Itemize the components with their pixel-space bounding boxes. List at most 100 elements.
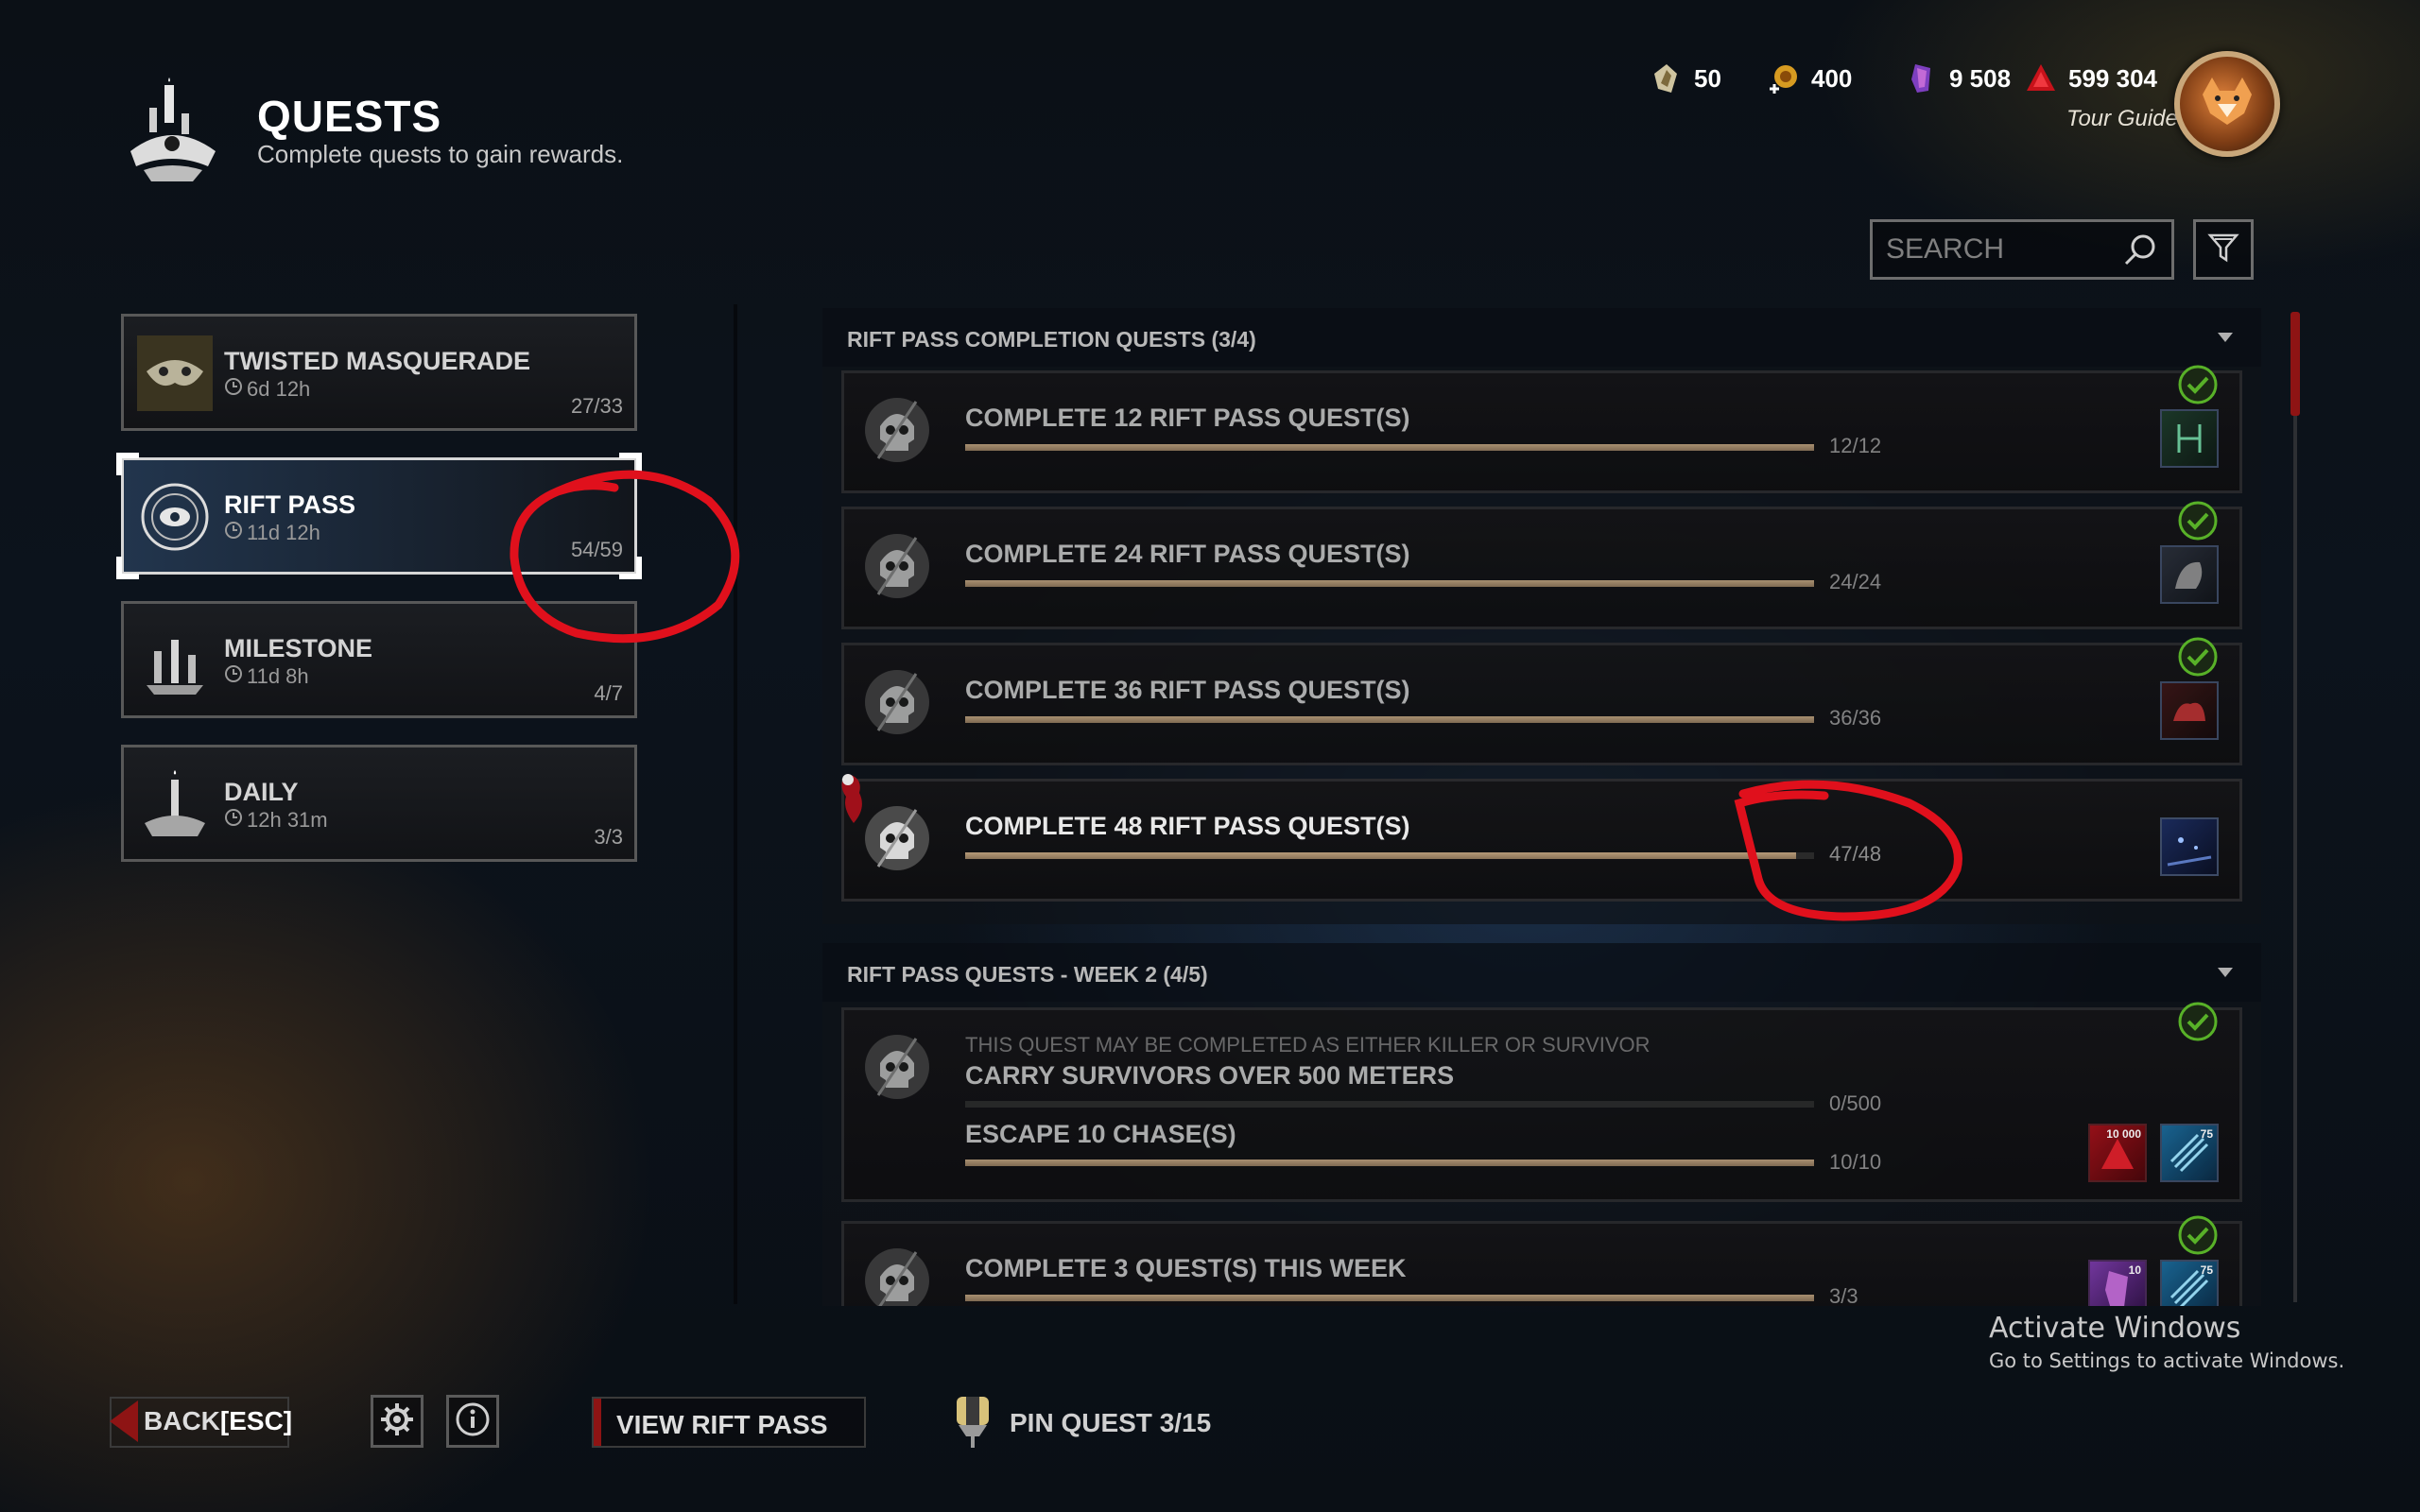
quest-title-secondary: ESCAPE 10 CHASE(S) bbox=[965, 1120, 1236, 1148]
search-box[interactable] bbox=[1870, 219, 2174, 280]
pin-quest-button[interactable]: PIN QUEST 3/15 bbox=[951, 1393, 1211, 1452]
category-count: 4/7 bbox=[594, 681, 623, 705]
quest-count: 12/12 bbox=[1829, 434, 1882, 457]
quest-card[interactable]: COMPLETE 48 RIFT PASS QUEST(S) 47/48 bbox=[841, 774, 2242, 902]
quest-count: 0/500 bbox=[1829, 1091, 1882, 1115]
section-header-week-2[interactable]: RIFT PASS QUESTS - WEEK 2 (4/5) bbox=[822, 943, 2261, 1002]
selection-corner bbox=[619, 453, 642, 475]
pin-icon bbox=[951, 1393, 994, 1452]
category-count: 3/3 bbox=[594, 825, 623, 849]
currency-bloodpoint-plus: 400 bbox=[1768, 62, 1852, 94]
category-daily[interactable]: DAILY 12h 31m 3/3 bbox=[121, 745, 637, 862]
category-milestone[interactable]: MILESTONE 11d 8h 4/7 bbox=[121, 601, 637, 718]
check-icon bbox=[2177, 1214, 2219, 1256]
reward-creature-icon[interactable] bbox=[2160, 681, 2219, 740]
quest-progress-fill bbox=[965, 444, 1814, 451]
category-timer: 12h 31m bbox=[224, 808, 328, 833]
quest-card[interactable]: COMPLETE 36 RIFT PASS QUEST(S) 36/36 bbox=[841, 637, 2242, 765]
quest-title: COMPLETE 3 QUEST(S) THIS WEEK bbox=[965, 1254, 1407, 1282]
rift-fragment-icon bbox=[1651, 62, 1683, 94]
info-icon bbox=[455, 1401, 491, 1442]
check-icon bbox=[2177, 636, 2219, 678]
quest-note: THIS QUEST MAY BE COMPLETED AS EITHER KI… bbox=[965, 1033, 1651, 1057]
back-arrow-icon bbox=[110, 1400, 138, 1442]
currency-shards: 9 508 bbox=[1906, 62, 2011, 94]
page-subtitle: Complete quests to gain rewards. bbox=[257, 140, 624, 168]
clock-icon bbox=[224, 377, 243, 402]
quest-card[interactable]: COMPLETE 3 QUEST(S) THIS WEEK 3/3 10 75 bbox=[841, 1215, 2242, 1306]
currency-value: 50 bbox=[1694, 63, 1721, 93]
category-count: 27/33 bbox=[570, 394, 623, 418]
info-button[interactable] bbox=[446, 1395, 499, 1448]
chevron-down-icon[interactable] bbox=[2218, 968, 2233, 977]
reward-bloodpoints-icon[interactable]: 10 000 bbox=[2088, 1124, 2147, 1182]
avatar[interactable] bbox=[2174, 51, 2280, 157]
check-icon bbox=[2177, 500, 2219, 541]
reward-rift-fragment-icon[interactable]: 75 bbox=[2160, 1260, 2219, 1306]
reward-amount: 10 bbox=[2128, 1263, 2141, 1277]
reward-amount: 75 bbox=[2200, 1127, 2213, 1141]
category-count: 54/59 bbox=[570, 538, 623, 561]
rift-skull-icon bbox=[859, 528, 935, 604]
quest-count: 3/3 bbox=[1829, 1284, 1858, 1306]
category-rift-pass[interactable]: RIFT PASS 11d 12h 54/59 bbox=[116, 453, 642, 579]
category-title: MILESTONE bbox=[224, 634, 373, 662]
back-button[interactable]: BACK [ESC] bbox=[110, 1397, 292, 1446]
quest-progress-fill bbox=[965, 716, 1814, 723]
reward-amount: 75 bbox=[2200, 1263, 2213, 1277]
quest-card[interactable]: COMPLETE 12 RIFT PASS QUEST(S) 12/12 bbox=[841, 365, 2242, 493]
quest-progress-fill bbox=[965, 580, 1814, 587]
quest-progress-fill bbox=[965, 1295, 1814, 1301]
filter-icon bbox=[2207, 232, 2239, 268]
quest-title: CARRY SURVIVORS OVER 500 METERS bbox=[965, 1061, 1455, 1090]
scrollbar-track[interactable] bbox=[2293, 312, 2297, 1302]
rift-skull-icon bbox=[859, 1029, 935, 1105]
quest-progress-bar bbox=[965, 1295, 1814, 1301]
single-candle-icon bbox=[137, 766, 213, 842]
category-twisted-masquerade[interactable]: TWISTED MASQUERADE 6d 12h 27/33 bbox=[121, 314, 637, 431]
rift-skull-icon bbox=[859, 664, 935, 740]
scrollbar-thumb[interactable] bbox=[2290, 312, 2300, 416]
currency-value: 599 304 bbox=[2068, 63, 2157, 93]
selection-corner bbox=[116, 557, 139, 579]
quest-progress-bar bbox=[965, 580, 1814, 587]
rift-skull-icon bbox=[859, 392, 935, 468]
shard-icon bbox=[1906, 62, 1938, 94]
quest-card[interactable]: THIS QUEST MAY BE COMPLETED AS EITHER KI… bbox=[841, 1002, 2242, 1202]
clock-icon bbox=[224, 808, 243, 833]
reward-amount: 10 000 bbox=[2106, 1127, 2141, 1141]
search-input[interactable] bbox=[1873, 222, 2118, 277]
quest-progress-fill bbox=[965, 1160, 1814, 1166]
quest-card[interactable]: COMPLETE 24 RIFT PASS QUEST(S) 24/24 bbox=[841, 501, 2242, 629]
reward-rift-fragment-icon[interactable]: 75 bbox=[2160, 1124, 2219, 1182]
rift-skull-icon bbox=[859, 1243, 935, 1306]
currency-bloodpoints: 599 304 bbox=[2025, 62, 2157, 94]
quest-progress-bar bbox=[965, 852, 1814, 859]
filter-button[interactable] bbox=[2193, 219, 2254, 280]
reward-outfit-icon[interactable] bbox=[2160, 545, 2219, 604]
reward-banner-icon[interactable] bbox=[2160, 817, 2219, 876]
search-icon[interactable] bbox=[2122, 232, 2160, 269]
quest-title: COMPLETE 12 RIFT PASS QUEST(S) bbox=[965, 404, 1410, 432]
check-icon bbox=[2177, 364, 2219, 405]
section-header-completion[interactable]: RIFT PASS COMPLETION QUESTS (3/4) bbox=[822, 308, 2261, 367]
quest-list[interactable]: RIFT PASS COMPLETION QUESTS (3/4) COMPLE… bbox=[822, 308, 2261, 1306]
clock-icon bbox=[224, 664, 243, 689]
currency-value: 400 bbox=[1811, 63, 1853, 93]
reward-shards-icon[interactable]: 10 bbox=[2088, 1260, 2147, 1306]
activate-windows-title: Activate Windows bbox=[1989, 1312, 2241, 1345]
settings-button[interactable] bbox=[371, 1395, 424, 1448]
reward-charm-icon[interactable] bbox=[2160, 409, 2219, 468]
pin-quest-label: PIN QUEST 3/15 bbox=[1010, 1407, 1212, 1437]
quest-count: 10/10 bbox=[1829, 1150, 1882, 1174]
quest-count: 47/48 bbox=[1829, 842, 1882, 866]
quest-title: COMPLETE 48 RIFT PASS QUEST(S) bbox=[965, 812, 1410, 840]
masquerade-mask-icon bbox=[137, 335, 213, 411]
page-title: QUESTS bbox=[257, 92, 442, 141]
view-rift-pass-button[interactable]: VIEW RIFT PASS bbox=[592, 1397, 866, 1448]
chevron-down-icon[interactable] bbox=[2218, 333, 2233, 342]
quest-title: COMPLETE 36 RIFT PASS QUEST(S) bbox=[965, 676, 1410, 704]
quest-count: 24/24 bbox=[1829, 570, 1882, 593]
quest-progress-bar bbox=[965, 1101, 1814, 1108]
quest-count: 36/36 bbox=[1829, 706, 1882, 730]
